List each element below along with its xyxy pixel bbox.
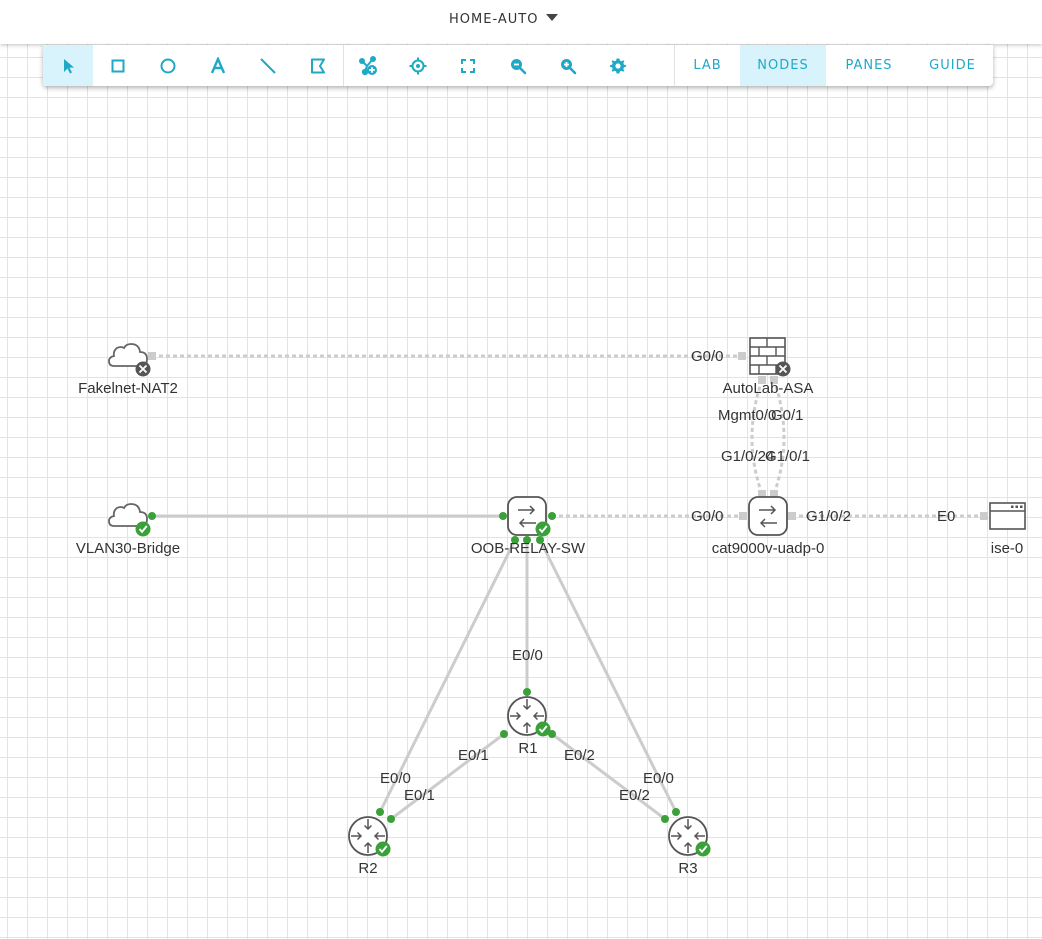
interface-port-down [738, 352, 746, 360]
top-bar: HOME-AUTO [0, 0, 1042, 44]
interface-label: E0 [937, 508, 955, 525]
link-asa-cat9k-mgmt[interactable] [750, 379, 764, 495]
interface-label: E0/0 [380, 770, 411, 787]
freehand-tool-button[interactable] [293, 45, 343, 86]
node-label: AutoLab-ASA [723, 380, 814, 397]
interface-port-up [523, 688, 531, 696]
add-node-icon [359, 55, 377, 75]
select-tool-button[interactable] [43, 45, 93, 86]
node-vlan30-bridge[interactable]: VLAN30-Bridge [76, 503, 180, 557]
status-running-icon [535, 521, 551, 537]
gear-icon [609, 58, 627, 73]
zoom-in-tool-button[interactable] [543, 45, 593, 86]
link-asa-cat9k-g01[interactable] [772, 379, 786, 495]
interface-port-down [980, 512, 988, 520]
interface-label: G0/1 [771, 407, 804, 424]
lab-title: HOME-AUTO [449, 12, 539, 27]
node-label: R2 [358, 860, 377, 877]
node-label: ise-0 [991, 540, 1024, 557]
tab-lab[interactable]: LAB [675, 45, 740, 86]
fullscreen-icon [461, 58, 475, 73]
text-tool-button[interactable] [193, 45, 243, 86]
node-label: cat9000v-uadp-0 [712, 540, 825, 557]
interface-label: G0/0 [691, 348, 724, 365]
node-ise-0[interactable]: ise-0 [989, 502, 1026, 557]
status-running-icon [695, 841, 711, 857]
interface-label: G0/0 [691, 508, 724, 525]
server-window-icon [989, 502, 1026, 530]
line-tool-button[interactable] [243, 45, 293, 86]
tab-guide[interactable]: GUIDE [912, 45, 993, 86]
square-icon [111, 59, 125, 72]
interface-label: Mgmt0/0 [718, 407, 776, 424]
zoom-in-icon [561, 58, 577, 74]
node-r1[interactable]: R1 [507, 696, 551, 757]
interface-label: E0/1 [404, 787, 435, 804]
interface-dots [148, 512, 680, 823]
interface-port-up [499, 512, 507, 520]
interface-port-up [672, 808, 680, 816]
ellipse-tool-button[interactable] [143, 45, 193, 86]
interface-port-up [548, 512, 556, 520]
canvas-toolbar: LAB NODES PANES GUIDE [43, 45, 993, 86]
node-label: R1 [518, 740, 537, 757]
circle-icon [160, 58, 176, 73]
zoom-out-tool-button[interactable] [493, 45, 543, 86]
interface-port-down [739, 512, 747, 520]
status-running-icon [375, 841, 391, 857]
node-label: OOB-RELAY-SW [471, 540, 586, 557]
interface-labels: G0/0 G0/0 G1/0/2 E0 Mgmt0/0 G0/1 G1/0/24… [380, 348, 955, 804]
letter-a-icon [210, 56, 226, 73]
node-label: VLAN30-Bridge [76, 540, 180, 557]
node-r2[interactable]: R2 [348, 816, 391, 877]
center-view-tool-button[interactable] [393, 45, 443, 86]
crosshair-icon [409, 57, 427, 74]
caret-down-icon [546, 14, 559, 21]
status-stopped-icon [775, 361, 791, 377]
fit-to-screen-tool-button[interactable] [443, 45, 493, 86]
rectangle-tool-button[interactable] [93, 45, 143, 86]
flag-shape-icon [311, 58, 325, 73]
status-stopped-icon [135, 361, 151, 377]
tab-nodes[interactable]: NODES [740, 45, 826, 86]
node-fakelnet-nat2[interactable]: Fakelnet-NAT2 [78, 343, 178, 397]
cursor-arrow-icon [64, 58, 74, 73]
node-oob-relay-sw[interactable]: OOB-RELAY-SW [471, 496, 586, 557]
interface-label: E0/1 [458, 747, 489, 764]
switch-icon [748, 496, 788, 536]
interface-port-up [376, 808, 384, 816]
diagonal-line-icon [260, 57, 276, 74]
node-label: Fakelnet-NAT2 [78, 380, 178, 397]
interface-label: G1/0/1 [765, 448, 810, 465]
interface-label: E0/0 [643, 770, 674, 787]
interface-label: E0/2 [619, 787, 650, 804]
status-running-icon [135, 521, 151, 537]
node-cat9000v-uadp-0[interactable]: cat9000v-uadp-0 [712, 496, 825, 557]
interface-port-down [148, 352, 156, 360]
interface-label: E0/0 [512, 647, 543, 664]
node-label: R3 [678, 860, 697, 877]
interface-port-up [661, 815, 669, 823]
topology-canvas[interactable]: G0/0 G0/0 G1/0/2 E0 Mgmt0/0 G0/1 G1/0/24… [0, 0, 1042, 939]
zoom-out-icon [511, 58, 527, 74]
interface-label: E0/2 [564, 747, 595, 764]
status-running-icon [535, 721, 551, 737]
interface-port-up [148, 512, 156, 520]
interface-port-down [788, 512, 796, 520]
interface-port-up [387, 815, 395, 823]
node-r3[interactable]: R3 [668, 816, 711, 877]
tab-panes[interactable]: PANES [826, 45, 912, 86]
node-autolab-asa[interactable]: AutoLab-ASA [723, 337, 814, 397]
interface-port-up [500, 730, 508, 738]
add-node-tool-button[interactable] [343, 45, 393, 86]
interface-label: G1/0/2 [806, 508, 851, 525]
lab-title-dropdown[interactable]: HOME-AUTO [449, 12, 559, 27]
settings-tool-button[interactable] [593, 45, 643, 86]
